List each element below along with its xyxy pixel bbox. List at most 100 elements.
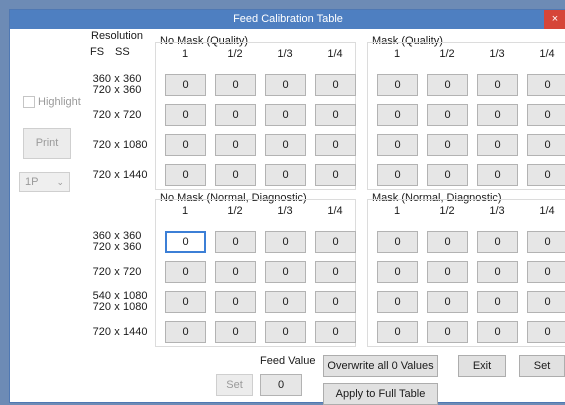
value-cell-no-mask-normal[interactable]: 0: [315, 261, 356, 283]
value-cell-mask-quality[interactable]: 0: [477, 134, 518, 156]
value-cell-mask-normal[interactable]: 0: [477, 291, 518, 313]
value-cell-mask-normal[interactable]: 0: [477, 231, 518, 253]
resolution-label: 720 x 1080: [91, 138, 151, 151]
value-cell-mask-normal[interactable]: 0: [527, 321, 565, 343]
value-cell-no-mask-normal[interactable]: 0: [165, 261, 206, 283]
value-cell-mask-normal[interactable]: 0: [527, 291, 565, 313]
fs-value: 720: [92, 138, 111, 151]
value-cell-no-mask-quality[interactable]: 0: [315, 104, 356, 126]
value-cell-no-mask-quality[interactable]: 0: [165, 74, 206, 96]
client-area: Resolution FS SS Highlight Print 1P ⌄ No…: [10, 29, 565, 405]
value-cell-mask-normal[interactable]: 0: [377, 231, 418, 253]
fs-header: FS: [90, 46, 105, 58]
column-header-no-mask-quality: 1/2: [227, 48, 243, 60]
value-cell-mask-normal[interactable]: 0: [427, 321, 468, 343]
value-cell-no-mask-normal[interactable]: 0: [265, 291, 306, 313]
value-cell-mask-normal[interactable]: 0: [377, 291, 418, 313]
value-cell-mask-normal[interactable]: 0: [427, 231, 468, 253]
value-cell-mask-quality[interactable]: 0: [377, 134, 418, 156]
value-cell-mask-quality[interactable]: 0: [427, 164, 468, 186]
overwrite-zero-values-button[interactable]: Overwrite all 0 Values: [323, 355, 438, 377]
resolution-label: 720 x 1440: [91, 168, 151, 181]
value-cell-no-mask-normal[interactable]: 0: [265, 261, 306, 283]
highlight-checkbox[interactable]: Highlight: [23, 96, 81, 108]
value-cell-mask-quality[interactable]: 0: [477, 164, 518, 186]
value-cell-mask-quality[interactable]: 0: [427, 74, 468, 96]
value-cell-no-mask-normal[interactable]: 0: [315, 231, 356, 253]
resolution-line: 720 x 1440: [91, 325, 151, 338]
print-button[interactable]: Print: [23, 128, 71, 159]
value-cell-mask-normal[interactable]: 0: [427, 261, 468, 283]
value-cell-no-mask-normal[interactable]: 0: [215, 291, 256, 313]
value-cell-mask-quality[interactable]: 0: [377, 164, 418, 186]
value-cell-no-mask-quality[interactable]: 0: [215, 134, 256, 156]
value-cell-mask-quality[interactable]: 0: [527, 164, 565, 186]
value-cell-no-mask-quality[interactable]: 0: [165, 104, 206, 126]
value-cell-mask-quality[interactable]: 0: [527, 104, 565, 126]
times-sign: x: [114, 138, 120, 151]
value-cell-mask-quality[interactable]: 0: [427, 104, 468, 126]
value-cell-mask-quality[interactable]: 0: [477, 74, 518, 96]
ss-value: 360: [123, 84, 142, 96]
resolution-label: 360 x 360 720 x 360: [91, 231, 151, 253]
value-cell-no-mask-quality[interactable]: 0: [265, 134, 306, 156]
value-cell-mask-normal[interactable]: 0: [477, 321, 518, 343]
page-select[interactable]: 1P ⌄: [19, 172, 70, 192]
fs-value: 720: [92, 265, 111, 278]
value-cell-no-mask-quality[interactable]: 0: [315, 134, 356, 156]
value-cell-mask-normal[interactable]: 0: [427, 291, 468, 313]
value-cell-no-mask-quality[interactable]: 0: [215, 74, 256, 96]
times-sign: x: [114, 108, 120, 121]
value-cell-no-mask-normal[interactable]: 0: [215, 231, 256, 253]
feed-value-field[interactable]: 0: [260, 374, 302, 396]
resolution-line: 720 x 1080: [91, 138, 151, 151]
column-header-no-mask-normal: 1/2: [227, 205, 243, 217]
value-cell-mask-normal[interactable]: 0: [527, 231, 565, 253]
column-header-mask-quality: 1/4: [539, 48, 555, 60]
value-cell-no-mask-normal[interactable]: 0: [215, 321, 256, 343]
exit-button[interactable]: Exit: [458, 355, 506, 377]
value-cell-mask-normal[interactable]: 0: [527, 261, 565, 283]
value-cell-no-mask-quality[interactable]: 0: [215, 164, 256, 186]
value-cell-no-mask-quality[interactable]: 0: [265, 164, 306, 186]
value-cell-no-mask-normal[interactable]: 0: [165, 231, 206, 253]
value-cell-no-mask-quality[interactable]: 0: [315, 164, 356, 186]
value-cell-no-mask-normal[interactable]: 0: [315, 321, 356, 343]
feed-calibration-window: Feed Calibration Table × Resolution FS S…: [9, 9, 565, 405]
value-cell-no-mask-normal[interactable]: 0: [215, 261, 256, 283]
set-button[interactable]: Set: [519, 355, 565, 377]
resolution-line: 720 x 720: [91, 108, 151, 121]
value-cell-mask-quality[interactable]: 0: [527, 74, 565, 96]
value-cell-mask-quality[interactable]: 0: [427, 134, 468, 156]
value-cell-no-mask-quality[interactable]: 0: [165, 134, 206, 156]
value-cell-mask-normal[interactable]: 0: [377, 261, 418, 283]
ss-value: 1440: [123, 325, 148, 338]
column-header-no-mask-normal: 1: [181, 205, 189, 217]
resolution-label: 540 x 1080 720 x 1080: [91, 291, 151, 313]
value-cell-no-mask-normal[interactable]: 0: [265, 321, 306, 343]
value-cell-no-mask-quality[interactable]: 0: [265, 74, 306, 96]
value-cell-no-mask-normal[interactable]: 0: [265, 231, 306, 253]
ss-value: 360: [123, 241, 142, 253]
value-cell-no-mask-quality[interactable]: 0: [265, 104, 306, 126]
times-sign: x: [114, 168, 120, 181]
checkbox-box[interactable]: [23, 96, 35, 108]
value-cell-mask-quality[interactable]: 0: [477, 104, 518, 126]
close-icon[interactable]: ×: [544, 10, 565, 29]
apply-to-full-table-button[interactable]: Apply to Full Table: [323, 383, 438, 405]
value-cell-mask-normal[interactable]: 0: [477, 261, 518, 283]
value-cell-no-mask-quality[interactable]: 0: [215, 104, 256, 126]
value-cell-mask-quality[interactable]: 0: [377, 104, 418, 126]
value-cell-mask-quality[interactable]: 0: [377, 74, 418, 96]
value-cell-no-mask-quality[interactable]: 0: [315, 74, 356, 96]
value-cell-no-mask-normal[interactable]: 0: [165, 321, 206, 343]
fs-value: 720: [92, 168, 111, 181]
value-cell-no-mask-quality[interactable]: 0: [165, 164, 206, 186]
value-cell-no-mask-normal[interactable]: 0: [315, 291, 356, 313]
value-cell-mask-quality[interactable]: 0: [527, 134, 565, 156]
window-title: Feed Calibration Table: [233, 13, 343, 25]
column-header-mask-normal: 1/3: [489, 205, 505, 217]
set-feed-button[interactable]: Set: [216, 374, 253, 396]
value-cell-mask-normal[interactable]: 0: [377, 321, 418, 343]
value-cell-no-mask-normal[interactable]: 0: [165, 291, 206, 313]
